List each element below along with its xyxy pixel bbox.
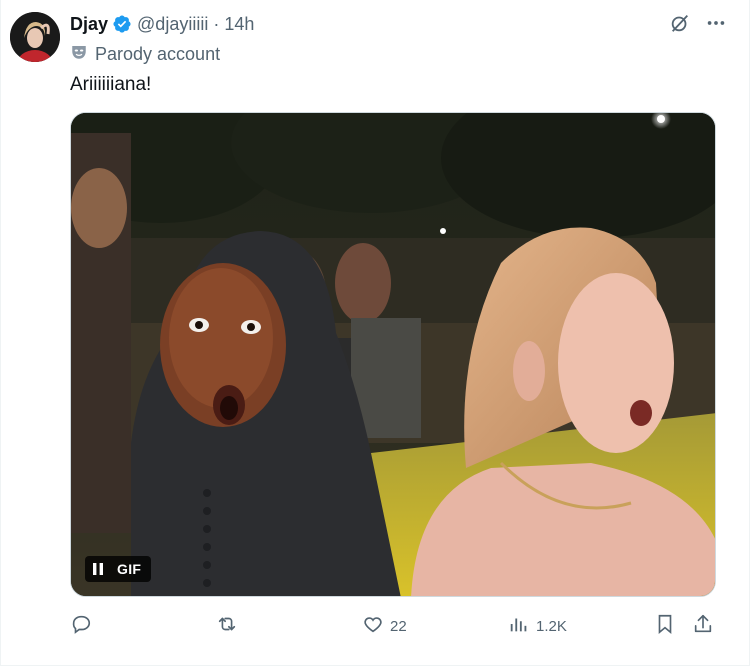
reply-button[interactable] xyxy=(70,612,98,640)
like-button[interactable]: 22 xyxy=(362,612,407,640)
avatar[interactable] xyxy=(10,12,60,62)
gif-media[interactable]: GIF xyxy=(70,112,716,597)
verified-badge-icon xyxy=(112,14,132,34)
bookmark-icon xyxy=(654,613,676,639)
tweet-action-bar: 22 1.2K xyxy=(70,612,716,640)
retweet-icon xyxy=(216,613,238,639)
gif-frame xyxy=(71,113,715,596)
bookmark-button[interactable] xyxy=(654,612,676,640)
heart-icon xyxy=(362,613,384,639)
tweet-text: Ariiiiiiana! xyxy=(70,74,152,95)
gif-controls: GIF xyxy=(85,556,152,582)
share-icon xyxy=(692,613,714,639)
retweet-button[interactable] xyxy=(216,612,244,640)
author-handle[interactable]: @djayiiiii xyxy=(137,14,208,35)
parody-mask-icon xyxy=(70,43,88,66)
more-icon[interactable] xyxy=(705,12,727,34)
reply-icon xyxy=(70,613,92,639)
tweet-header-actions xyxy=(669,12,727,34)
avatar-image xyxy=(10,12,60,62)
tweet-card[interactable]: Djay @djayiiiii · 14h Parody account Ari… xyxy=(0,0,750,666)
parody-label-text: Parody account xyxy=(95,44,221,64)
share-button[interactable] xyxy=(692,612,714,640)
like-count: 22 xyxy=(390,617,407,635)
parody-label: Parody account xyxy=(70,43,220,66)
pause-icon[interactable] xyxy=(89,560,107,578)
views-icon xyxy=(508,613,530,639)
separator-dot: · xyxy=(213,13,220,34)
grok-icon[interactable] xyxy=(669,12,691,34)
author-name[interactable]: Djay xyxy=(70,14,108,35)
views-count: 1.2K xyxy=(536,617,567,635)
timestamp[interactable]: 14h xyxy=(224,14,254,35)
views-button[interactable]: 1.2K xyxy=(508,612,567,640)
gif-label: GIF xyxy=(117,561,142,577)
tweet-header: Djay @djayiiiii · 14h xyxy=(70,12,254,36)
